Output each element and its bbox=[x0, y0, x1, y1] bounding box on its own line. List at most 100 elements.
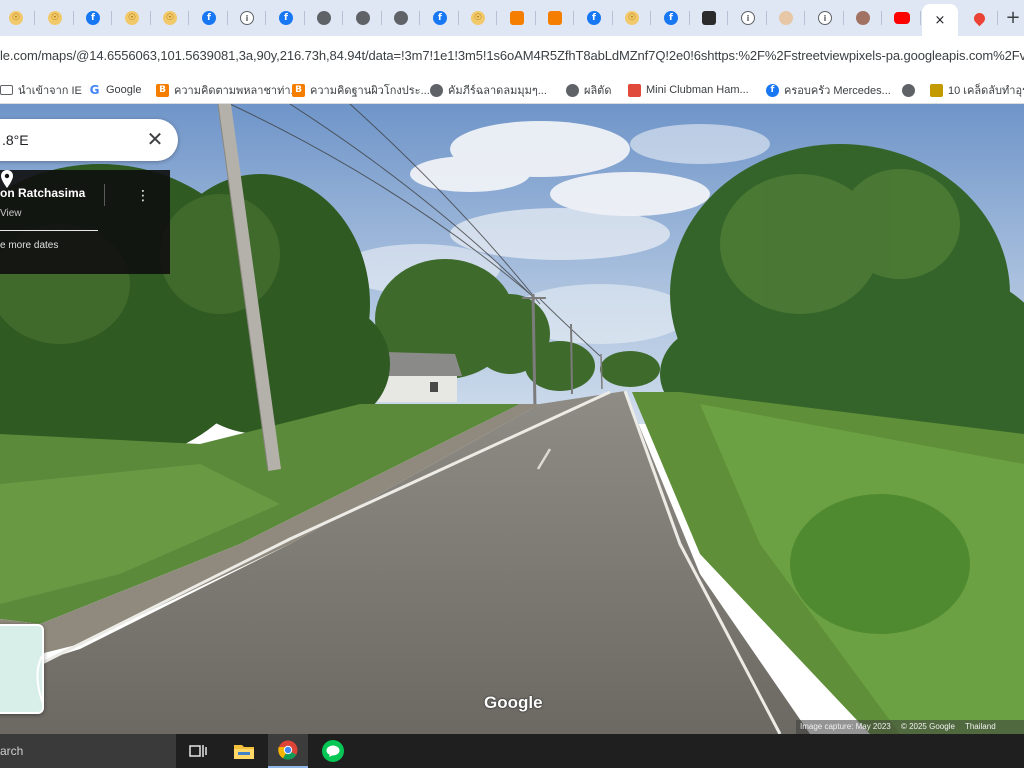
bookmark-label: ผลิตัด bbox=[584, 85, 612, 97]
tab-separator bbox=[458, 11, 459, 25]
browser-tab[interactable]: ☉ bbox=[114, 4, 150, 32]
yellow-square-icon bbox=[930, 83, 943, 97]
divider bbox=[104, 184, 105, 206]
street-view-label: View bbox=[0, 208, 22, 219]
taskbar-search-box[interactable]: arch bbox=[0, 734, 176, 768]
line-app-button[interactable] bbox=[313, 734, 353, 768]
browser-tab[interactable]: ☉ bbox=[152, 4, 188, 32]
browser-tab[interactable]: f bbox=[268, 4, 304, 32]
browser-tab[interactable]: i bbox=[730, 4, 766, 32]
browser-tab[interactable] bbox=[537, 4, 573, 32]
tab-separator bbox=[997, 11, 998, 25]
facebook-icon: f bbox=[587, 11, 601, 25]
tab-separator bbox=[920, 11, 921, 25]
browser-tab[interactable]: f bbox=[576, 4, 612, 32]
maps-pin-icon bbox=[971, 10, 987, 26]
browser-tab[interactable] bbox=[884, 4, 920, 32]
browser-tab[interactable] bbox=[499, 4, 535, 32]
browser-tab[interactable] bbox=[306, 4, 342, 32]
gold-icon: ☉ bbox=[163, 11, 177, 25]
file-explorer-button[interactable] bbox=[224, 734, 264, 768]
address-bar[interactable]: le.com/maps/@14.6556063,101.5639081,3a,9… bbox=[0, 36, 1024, 76]
tab-separator bbox=[766, 11, 767, 25]
bookmark-item[interactable]: f ครอบครัว Mercedes... bbox=[766, 82, 891, 98]
browser-tab[interactable]: f bbox=[75, 4, 111, 32]
browser-tab[interactable]: ☉ bbox=[460, 4, 496, 32]
gold-icon: ☉ bbox=[9, 11, 23, 25]
location-pin-icon[interactable] bbox=[0, 170, 14, 188]
country-label: Thailand bbox=[964, 722, 996, 731]
bookmark-label: นำเข้าจาก IE bbox=[18, 85, 82, 97]
facebook-icon: f bbox=[279, 11, 293, 25]
browser-tab[interactable]: ☉ bbox=[614, 4, 650, 32]
bookmark-label: คัมภีร์ฉลาดลมมุมๆ... bbox=[448, 85, 547, 97]
facebook-icon: f bbox=[86, 11, 100, 25]
tab-separator bbox=[34, 11, 35, 25]
url-text[interactable]: le.com/maps/@14.6556063,101.5639081,3a,9… bbox=[0, 48, 1024, 64]
tab-separator bbox=[150, 11, 151, 25]
browser-tab[interactable]: ☉ bbox=[37, 4, 73, 32]
bookmark-item[interactable]: Mini Clubman Ham... bbox=[628, 82, 749, 98]
bookmark-item[interactable]: G Google bbox=[88, 82, 142, 98]
blogger-icon: B bbox=[156, 83, 169, 97]
globe-icon bbox=[902, 83, 915, 97]
see-more-dates-link[interactable]: e more dates bbox=[0, 240, 58, 251]
task-view-button[interactable] bbox=[178, 734, 218, 768]
chrome-taskbar-button[interactable] bbox=[268, 734, 308, 768]
bookmark-item[interactable]: B ความคิดฐานผิวโกงประ... bbox=[292, 82, 430, 98]
browser-tab[interactable] bbox=[845, 4, 881, 32]
tab-strip: ☉ ☉ f ☉ ☉ f i f f ☉ f ☉ f i i × + bbox=[0, 0, 1024, 36]
line-chat-icon bbox=[322, 740, 344, 762]
tab-separator bbox=[496, 11, 497, 25]
close-tab-icon[interactable]: × bbox=[935, 13, 946, 28]
more-options-icon[interactable]: ⋮ bbox=[136, 186, 150, 206]
maps-search-box[interactable]: .8°E ✕ bbox=[0, 119, 178, 161]
browser-tab[interactable]: ☉ bbox=[0, 4, 34, 32]
browser-tab[interactable]: f bbox=[191, 4, 227, 32]
globe-icon bbox=[317, 11, 331, 25]
browser-tab[interactable] bbox=[345, 4, 381, 32]
bookmark-item[interactable] bbox=[902, 82, 915, 98]
dark-square-icon bbox=[702, 11, 716, 25]
browser-tab[interactable] bbox=[383, 4, 419, 32]
gold-icon: ☉ bbox=[471, 11, 485, 25]
browser-tab[interactable]: f bbox=[422, 4, 458, 32]
info-icon: i bbox=[818, 11, 832, 25]
search-query[interactable]: .8°E bbox=[2, 132, 29, 148]
minimap[interactable] bbox=[0, 624, 44, 714]
tab-separator bbox=[727, 11, 728, 25]
tab-separator bbox=[73, 11, 74, 25]
street-view-panorama[interactable]: .8°E ✕ on Ratchasima ⋮ View e more dates… bbox=[0, 104, 1024, 734]
image-capture-date[interactable]: Image capture: May 2023 bbox=[800, 722, 891, 731]
bookmarks-bar: นำเข้าจาก IE G Google B ความคิดตามพหลาชาท่า.… bbox=[0, 76, 1024, 104]
blogger-icon bbox=[510, 11, 524, 25]
tab-separator bbox=[535, 11, 536, 25]
bookmark-label: ความคิดตามพหลาชาท่า... bbox=[174, 85, 300, 97]
browser-tab[interactable] bbox=[961, 4, 997, 32]
browser-tab[interactable]: f bbox=[653, 4, 689, 32]
browser-tab[interactable] bbox=[768, 4, 804, 32]
facebook-icon: f bbox=[202, 11, 216, 25]
browser-tab[interactable]: i bbox=[229, 4, 265, 32]
bookmark-item[interactable]: คัมภีร์ฉลาดลมมุมๆ... bbox=[430, 82, 547, 98]
blogger-icon bbox=[548, 11, 562, 25]
bookmark-label: ครอบครัว Mercedes... bbox=[784, 85, 891, 97]
browser-tab[interactable]: i bbox=[807, 4, 843, 32]
face-icon bbox=[779, 11, 793, 25]
browser-tab[interactable] bbox=[691, 4, 727, 32]
close-icon[interactable]: ✕ bbox=[144, 128, 166, 150]
location-info-card: on Ratchasima ⋮ View e more dates bbox=[0, 170, 170, 274]
bookmark-item[interactable]: ผลิตัด bbox=[566, 82, 611, 98]
separator-line bbox=[0, 230, 98, 231]
globe-icon bbox=[356, 11, 370, 25]
new-tab-button[interactable]: + bbox=[1002, 8, 1024, 30]
globe-icon bbox=[394, 11, 408, 25]
globe-icon bbox=[430, 83, 443, 97]
facebook-icon: f bbox=[664, 11, 678, 25]
bookmark-item[interactable]: นำเข้าจาก IE bbox=[0, 82, 82, 98]
tab-separator bbox=[111, 11, 112, 25]
bookmark-item[interactable]: 10 เคล็ดลับทำอุรกิ bbox=[930, 82, 1024, 98]
bookmark-item[interactable]: B ความคิดตามพหลาชาท่า... bbox=[156, 82, 300, 98]
location-title: on Ratchasima bbox=[0, 186, 86, 200]
browser-tab[interactable]: × bbox=[922, 4, 958, 36]
